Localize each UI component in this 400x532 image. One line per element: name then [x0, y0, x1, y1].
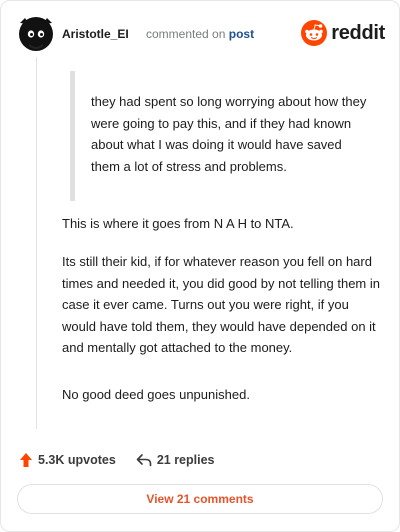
username[interactable]: Aristotle_EI — [62, 27, 129, 41]
view-comments-button[interactable]: View 21 comments — [17, 484, 383, 514]
upvote-arrow-icon — [20, 453, 32, 467]
thread-line — [36, 57, 37, 429]
comment-paragraph: Its still their kid, if for whatever rea… — [62, 254, 380, 355]
reddit-logo-icon — [301, 20, 328, 46]
post-link[interactable]: post — [229, 27, 254, 41]
quoted-text: they had spent so long worrying about ho… — [91, 94, 367, 174]
replies-button[interactable]: 21 replies — [136, 453, 215, 467]
reply-count: 21 replies — [156, 453, 215, 467]
quote-bar — [70, 71, 75, 201]
comment-paragraph: No good deed goes unpunished. — [62, 387, 250, 402]
upvote-count: 5.3K upvotes — [38, 453, 116, 467]
reddit-wordmark: reddit — [331, 21, 385, 44]
upvote-button[interactable]: 5.3K upvotes — [19, 452, 116, 468]
action-bar: 5.3K upvotes 21 replies — [19, 448, 215, 472]
comment-paragraph: This is where it goes from N A H to NTA. — [62, 216, 294, 231]
comment-header: Aristotle_EI commented on post reddit — [17, 15, 387, 55]
comment-meta: commented on post — [146, 27, 254, 41]
meta-prefix: commented on — [146, 27, 226, 41]
comment-card: Aristotle_EI commented on post reddit th… — [0, 0, 400, 532]
avatar-icon[interactable] — [17, 15, 55, 53]
reply-arrow-icon — [136, 454, 152, 467]
reddit-brand[interactable]: reddit — [301, 19, 385, 47]
